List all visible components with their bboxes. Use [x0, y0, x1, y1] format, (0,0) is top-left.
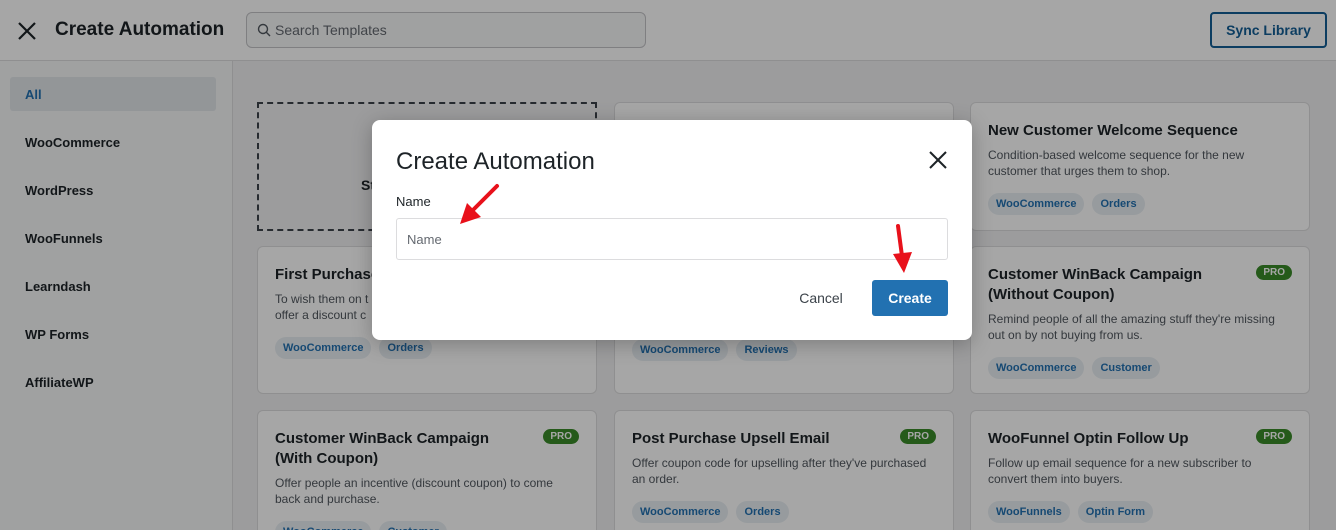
name-label: Name [396, 194, 431, 209]
dialog-title: Create Automation [396, 148, 595, 175]
close-icon[interactable] [928, 150, 948, 170]
cancel-button[interactable]: Cancel [786, 280, 856, 316]
create-button[interactable]: Create [872, 280, 948, 316]
create-automation-dialog: Create Automation Name Cancel Create [372, 120, 972, 340]
name-input[interactable] [396, 218, 948, 260]
